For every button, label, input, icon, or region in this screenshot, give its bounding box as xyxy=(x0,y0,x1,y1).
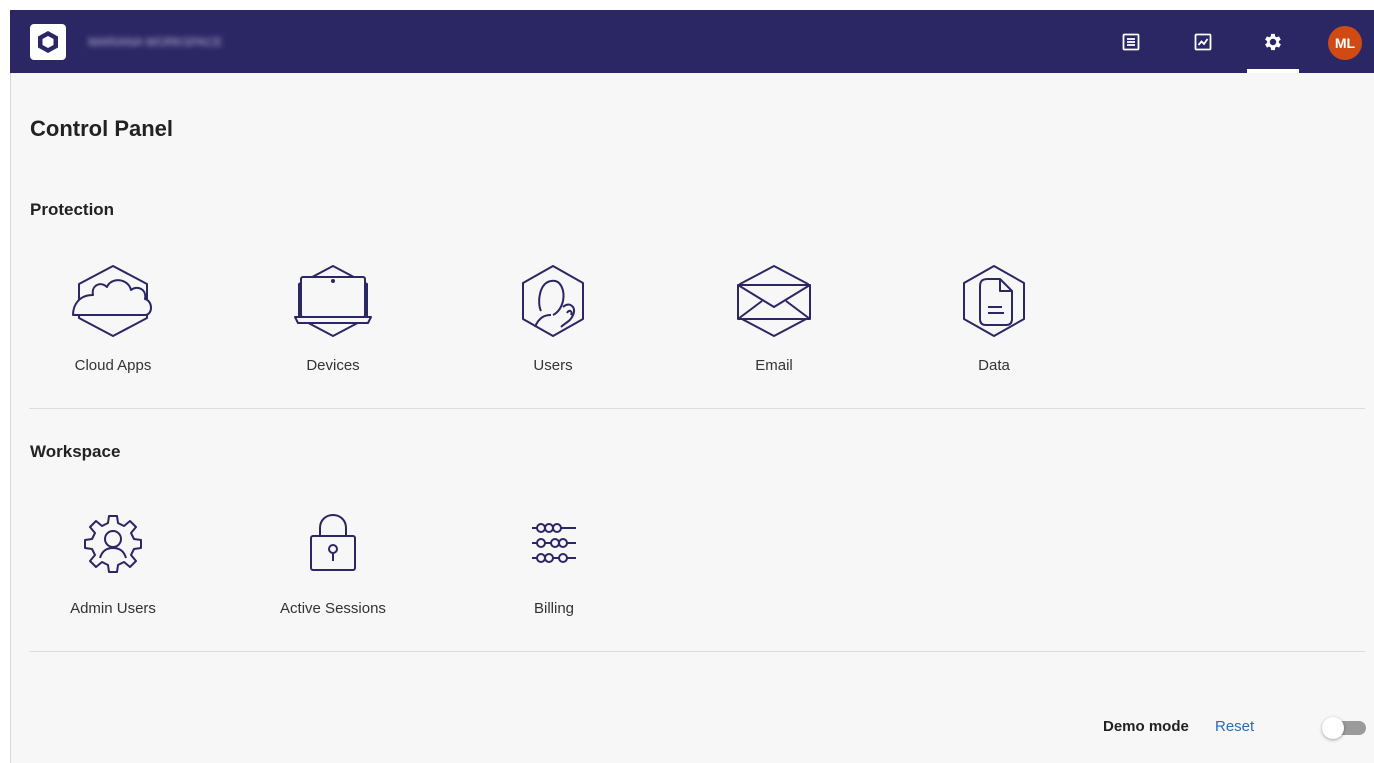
abacus-icon xyxy=(509,503,599,585)
admin-users-tile[interactable]: Admin Users xyxy=(23,503,203,633)
reset-link[interactable]: Reset xyxy=(1215,718,1254,735)
reports-icon[interactable] xyxy=(1177,10,1229,73)
user-icon xyxy=(508,260,598,342)
protection-section-title: Protection xyxy=(30,200,115,219)
tile-label: Billing xyxy=(533,600,575,617)
logs-icon[interactable] xyxy=(1105,10,1157,73)
workspace-section-title: Workspace xyxy=(30,442,121,461)
laptop-icon xyxy=(288,260,378,342)
demo-mode-label: Demo mode xyxy=(1103,718,1189,735)
section-divider xyxy=(29,408,1365,409)
billing-tile[interactable]: Billing xyxy=(464,503,644,633)
page-title: Control Panel xyxy=(30,116,174,141)
tile-label: Users xyxy=(533,357,573,374)
settings-icon[interactable] xyxy=(1247,10,1299,73)
devices-tile[interactable]: Devices xyxy=(243,260,423,390)
tile-label: Email xyxy=(755,357,793,374)
demo-mode-toggle[interactable] xyxy=(1322,717,1366,739)
user-avatar[interactable]: ML xyxy=(1328,26,1362,60)
tile-label: Active Sessions xyxy=(280,600,386,617)
workspace-name: MARIANA WORKSPACE xyxy=(88,35,223,49)
tile-label: Cloud Apps xyxy=(74,357,152,374)
users-tile[interactable]: Users xyxy=(463,260,643,390)
envelope-icon xyxy=(729,260,819,342)
toggle-knob xyxy=(1322,717,1344,739)
cloud-apps-tile[interactable]: Cloud Apps xyxy=(23,260,203,390)
tile-label: Devices xyxy=(306,357,360,374)
data-tile[interactable]: Data xyxy=(904,260,1084,390)
active-sessions-tile[interactable]: Active Sessions xyxy=(243,503,423,633)
document-icon xyxy=(949,260,1039,342)
tile-label: Data xyxy=(978,357,1010,374)
section-divider xyxy=(29,651,1365,652)
lock-icon xyxy=(288,503,378,585)
top-navigation-bar: MARIANA WORKSPACE ML xyxy=(10,10,1374,73)
cloud-icon xyxy=(68,260,158,342)
app-logo-icon[interactable] xyxy=(30,24,66,60)
tile-label: Admin Users xyxy=(70,600,156,617)
admin-gear-icon xyxy=(68,503,158,585)
email-tile[interactable]: Email xyxy=(684,260,864,390)
